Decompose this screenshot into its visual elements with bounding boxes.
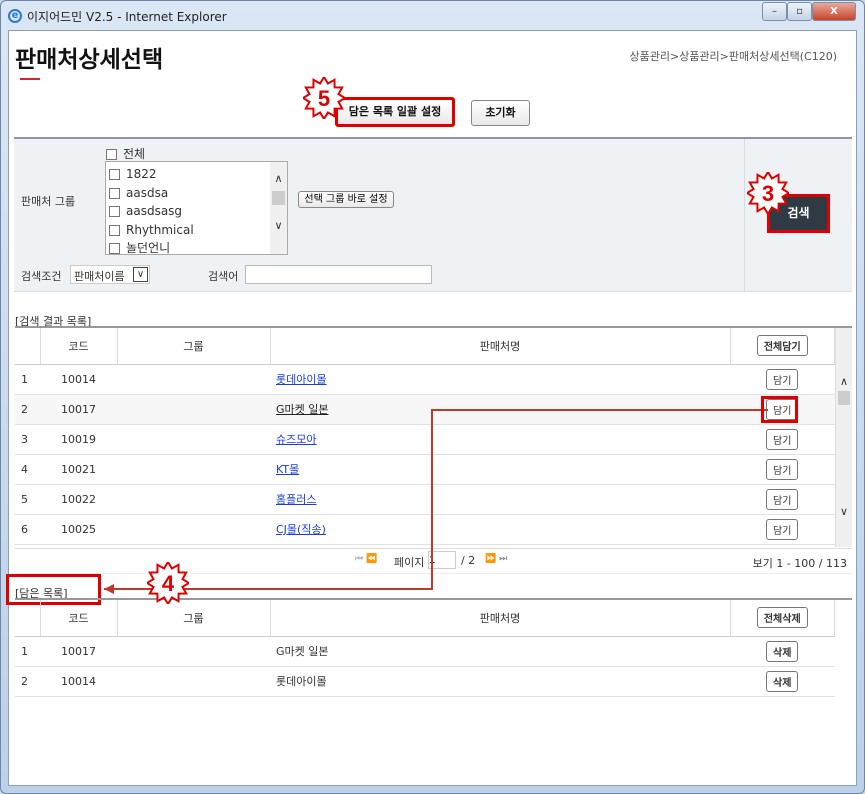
step-badge-icon: 3 [747,172,789,214]
step-number: 5 [318,86,330,111]
annotation-box [761,396,798,423]
step-number: 4 [162,571,175,596]
arrow-head-icon [104,584,114,594]
annotation-arrow-line [104,409,768,590]
step-number: 3 [762,181,774,206]
step-badge-icon: 5 [303,77,345,119]
step-badge-icon: 4 [147,562,189,604]
annotation-overlay [104,409,768,594]
